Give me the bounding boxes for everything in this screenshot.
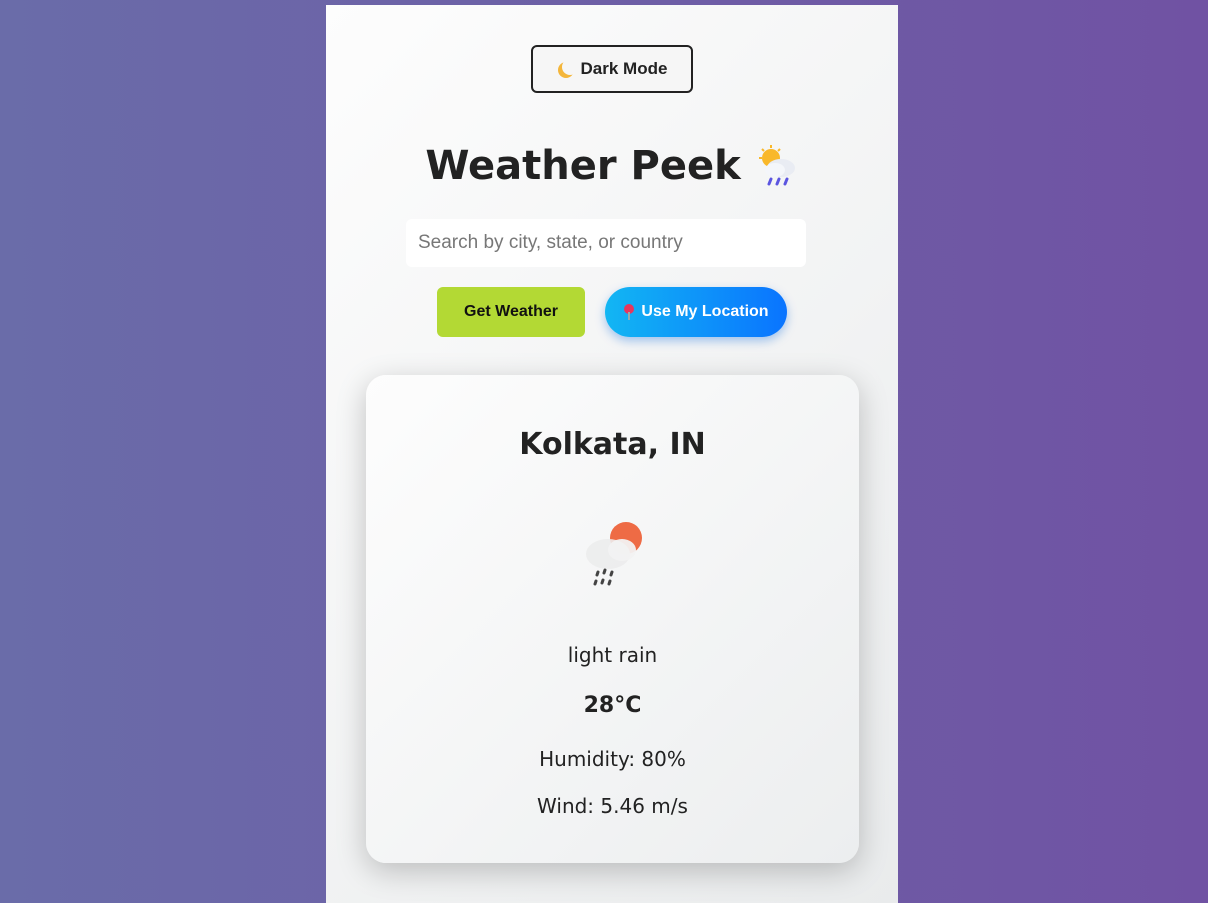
pin-icon <box>623 304 635 320</box>
page-title-text: Weather Peek <box>425 143 741 189</box>
weather-card: Kolkata, IN light rain 28°C Humidity: 80… <box>366 375 859 863</box>
location-name: Kolkata, IN <box>519 427 706 462</box>
wind-speed: Wind: 5.46 m/s <box>537 794 688 818</box>
temperature: 28°C <box>583 693 642 718</box>
rain-cloud-sun-icon <box>586 522 642 586</box>
dark-mode-toggle-button[interactable]: Dark Mode <box>531 45 693 93</box>
sun-behind-rain-cloud-icon <box>758 145 795 186</box>
weather-description: light rain <box>567 643 658 667</box>
use-my-location-button[interactable]: Use My Location <box>605 287 787 337</box>
get-weather-button[interactable]: Get Weather <box>437 287 585 337</box>
moon-icon <box>557 61 573 77</box>
app-container: Dark Mode Weather Peek Get Weather Use M… <box>326 5 898 903</box>
use-my-location-label: Use My Location <box>641 303 769 320</box>
humidity: Humidity: 80% <box>539 747 686 771</box>
dark-mode-label: Dark Mode <box>580 59 668 78</box>
search-input[interactable] <box>406 219 806 267</box>
page-title: Weather Peek <box>326 143 898 189</box>
